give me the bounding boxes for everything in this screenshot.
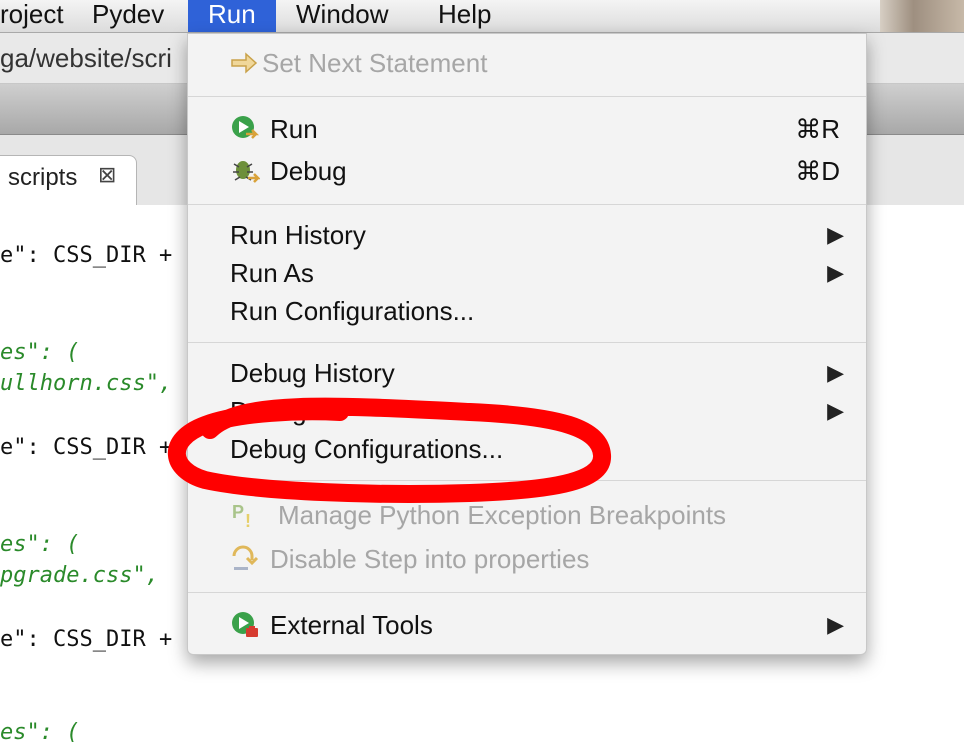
run-icon [230,114,260,144]
menu-item-run[interactable]: Run ⌘R [188,110,866,148]
step-into-icon [230,544,260,574]
python-breakpoint-icon: P! [230,500,260,531]
menu-separator [188,480,866,481]
menu-item-run-configurations[interactable]: Run Configurations... [188,292,866,330]
submenu-arrow-icon: ▶ [827,360,844,385]
submenu-arrow-icon: ▶ [827,398,844,423]
submenu-arrow-icon: ▶ [827,260,844,285]
menu-project[interactable]: roject [0,0,64,32]
menu-item-debug-configurations[interactable]: Debug Configurations... [188,430,866,468]
external-tools-icon [230,610,260,640]
code-line-1: e": CSS_DIR + [0,243,186,268]
menu-item-run-history[interactable]: Run History ▶ [188,216,866,254]
menu-separator [188,204,866,205]
menu-item-disable-step-into[interactable]: Disable Step into properties [188,540,866,578]
menu-help[interactable]: Help [438,0,491,32]
close-icon[interactable]: ⊠ [98,162,116,188]
menu-item-debug[interactable]: Debug ⌘D [188,152,866,190]
svg-text:P: P [232,502,244,522]
tab-label: scripts [8,164,78,191]
menu-run[interactable]: Run [188,0,276,32]
menu-item-debug-as[interactable]: Debug As ▶ [188,392,866,430]
background-photo [880,0,964,32]
menu-separator [188,342,866,343]
tab-scripts[interactable]: scripts ⊠ [0,155,137,206]
menu-separator [188,592,866,593]
code-line-2: es": ( [0,340,80,365]
menu-pydev[interactable]: Pydev [92,0,164,32]
code-line-6: pgrade.css", [0,563,173,588]
menu-separator [188,96,866,97]
code-line-7: e": CSS_DIR + [0,627,186,652]
code-line-3: ullhorn.css", [0,371,186,396]
menu-item-manage-exception-breakpoints[interactable]: P! Manage Python Exception Breakpoints [188,496,866,534]
debug-shortcut: ⌘D [795,156,840,186]
arrow-right-icon [230,48,260,78]
menu-window[interactable]: Window [296,0,388,32]
menu-item-external-tools[interactable]: External Tools ▶ [188,606,866,644]
code-line-8: es": ( [0,720,80,745]
code-line-5: es": ( [0,532,80,557]
menu-item-set-next-statement[interactable]: Set Next Statement [188,44,866,82]
menu-item-run-as[interactable]: Run As ▶ [188,254,866,292]
code-line-4: e": CSS_DIR + [0,435,186,460]
run-menu-dropdown: Set Next Statement Run ⌘R Debug ⌘D Run H… [187,33,867,655]
svg-text:!: ! [245,511,251,530]
menu-item-debug-history[interactable]: Debug History ▶ [188,354,866,392]
menu-bar: roject Pydev Run Window Help [0,0,964,33]
path-left-text: ga/website/scri [0,43,172,73]
run-shortcut: ⌘R [795,114,840,144]
debug-bug-icon [230,156,262,186]
submenu-arrow-icon: ▶ [827,612,844,637]
submenu-arrow-icon: ▶ [827,222,844,247]
